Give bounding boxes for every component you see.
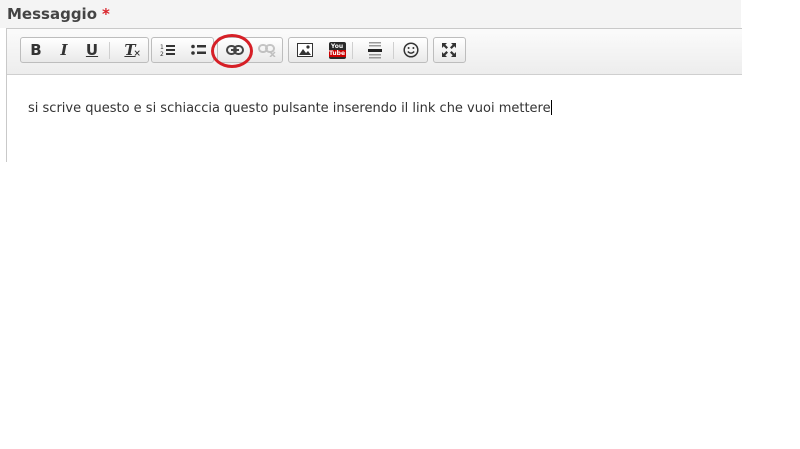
bulleted-list-button[interactable] <box>187 40 211 60</box>
toolbar-separator <box>352 42 353 59</box>
image-icon <box>297 43 313 57</box>
maximize-button[interactable] <box>437 40 461 60</box>
field-label-text: Messaggio <box>7 5 97 23</box>
youtube-button[interactable]: You Tube <box>325 40 349 60</box>
remove-format-button[interactable]: T × <box>118 40 142 60</box>
unlink-icon <box>258 44 276 57</box>
toolbar-group-lists: 1 2 <box>151 37 214 63</box>
horizontal-line-button[interactable] <box>363 40 387 60</box>
text-caret <box>550 100 552 115</box>
toolbar-group-tools <box>433 37 466 63</box>
svg-text:2: 2 <box>160 51 164 57</box>
maximize-icon <box>442 43 456 57</box>
annotation-circle <box>211 34 253 68</box>
field-label-row: Messaggio * <box>0 0 741 28</box>
remove-format-x: × <box>133 49 141 59</box>
smiley-icon <box>403 42 419 58</box>
toolbar-group-basicstyles: B I U T × <box>20 37 149 63</box>
message-field: Messaggio * B I U T × 1 2 You Tube si sc… <box>0 0 742 162</box>
youtube-icon: You Tube <box>328 41 346 59</box>
smiley-button[interactable] <box>399 40 423 60</box>
remove-format-icon: T × <box>124 41 141 59</box>
numbered-list-icon: 1 2 <box>160 44 175 57</box>
editor-text: si scrive questo e si schiaccia questo p… <box>28 101 551 116</box>
unlink-button[interactable] <box>255 40 279 60</box>
numbered-list-button[interactable]: 1 2 <box>156 40 180 60</box>
toolbar-separator <box>109 42 110 59</box>
editor-toolbar: B I U T × 1 2 You Tube <box>7 29 742 75</box>
rich-text-editor: B I U T × 1 2 You Tube si scrive questo … <box>6 28 742 162</box>
required-star: * <box>102 5 110 23</box>
italic-icon: I <box>60 41 68 59</box>
underline-button[interactable]: U <box>80 40 104 60</box>
bold-icon: B <box>30 41 42 59</box>
underline-icon: U <box>85 41 99 59</box>
toolbar-separator <box>393 42 394 59</box>
toolbar-group-insert: You Tube <box>288 37 428 63</box>
field-label: Messaggio * <box>7 5 110 23</box>
horizontal-line-icon <box>368 42 382 59</box>
italic-button[interactable]: I <box>52 40 76 60</box>
editor-content[interactable]: si scrive questo e si schiaccia questo p… <box>28 100 552 116</box>
bold-button[interactable]: B <box>24 40 48 60</box>
image-button[interactable] <box>293 40 317 60</box>
bulleted-list-icon <box>191 44 206 55</box>
svg-text:1: 1 <box>160 44 164 51</box>
